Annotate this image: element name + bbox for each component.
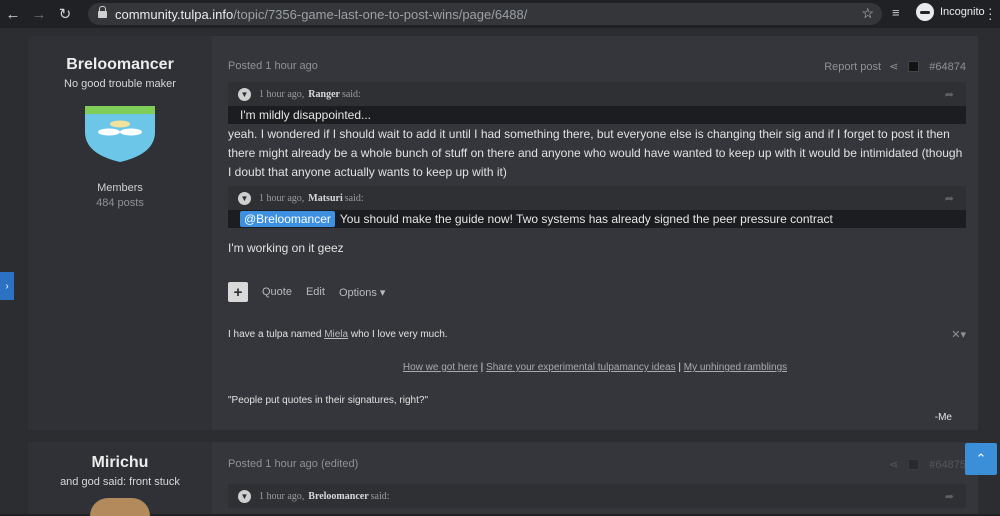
share-icon[interactable]: ⋖ — [889, 458, 898, 471]
sidebar-expand-tab[interactable]: › — [0, 272, 14, 300]
signature-text: I have a tulpa named — [228, 329, 325, 340]
quote-block: ▼ 1 hour ago, Matsuri said: ➦ @Brelooman… — [228, 186, 966, 228]
post-number[interactable]: #64874 — [929, 61, 966, 73]
signature-link-miela[interactable]: Miela — [324, 329, 348, 340]
post-timestamp[interactable]: Posted 1 hour ago (edited) — [228, 458, 358, 470]
forum-post: Breloomancer No good trouble maker Membe… — [28, 36, 978, 430]
collapse-quote-icon[interactable]: ▼ — [238, 489, 251, 503]
quote-author[interactable]: Ranger — [308, 89, 340, 100]
go-to-quote-icon[interactable]: ➦ — [945, 490, 954, 503]
post-text: I'm working on it geez — [228, 241, 344, 255]
post-actions: + Quote Edit Options ▾ — [228, 282, 399, 302]
quote-block: ▼ 1 hour ago, Breloomancer said: ➦ — [228, 484, 966, 508]
post-timestamp[interactable]: Posted 1 hour ago — [228, 60, 318, 72]
quote-time: 1 hour ago, — [259, 88, 305, 100]
quote-header: ▼ 1 hour ago, Matsuri said: ➦ — [228, 186, 966, 210]
back-arrow-icon[interactable]: ← — [0, 0, 26, 28]
forward-arrow-icon[interactable]: → — [26, 0, 52, 28]
collapse-quote-icon[interactable]: ▼ — [238, 87, 251, 101]
forum-post: Mirichu and god said: front stuck Posted… — [28, 442, 978, 516]
author-name[interactable]: Breloomancer — [28, 56, 212, 74]
url-path: /topic/7356-game-last-one-to-post-wins/p… — [233, 6, 528, 22]
quote-button[interactable]: Quote — [262, 286, 292, 298]
post-body: Posted 1 hour ago Report post ⋖ #64874 ▼… — [212, 36, 978, 430]
quote-text-content: You should make the guide now! Two syste… — [339, 212, 833, 226]
quote-header: ▼ 1 hour ago, Breloomancer said: ➦ — [228, 484, 966, 508]
quote-author[interactable]: Breloomancer — [308, 491, 368, 502]
quote-header: ▼ 1 hour ago, Ranger said: ➦ — [228, 82, 966, 106]
quote-said: said: — [370, 490, 390, 502]
go-to-quote-icon[interactable]: ➦ — [945, 88, 954, 101]
quote-time: 1 hour ago, — [259, 192, 305, 204]
multiquote-checkbox[interactable] — [908, 61, 920, 72]
post-tools: ⋖ #64875 — [881, 458, 966, 472]
quote-text: @Breloomancer You should make the guide … — [228, 210, 966, 228]
signature-link[interactable]: Share your experimental tulpamancy ideas — [486, 362, 676, 373]
chevron-up-icon: ⌃ — [975, 451, 987, 466]
chevron-right-icon: › — [5, 280, 9, 292]
post-tools: Report post ⋖ #64874 — [824, 60, 966, 74]
post-author-panel: Breloomancer No good trouble maker Membe… — [28, 36, 212, 430]
address-bar[interactable]: community.tulpa.info/topic/7356-game-las… — [88, 3, 882, 25]
author-group: Members — [97, 182, 143, 194]
browser-menu-icon[interactable]: · · · — [988, 1, 993, 25]
url-host: community.tulpa.info — [115, 6, 234, 22]
media-playlist-icon[interactable]: ≡ — [892, 5, 900, 20]
signature-link[interactable]: My unhinged ramblings — [684, 362, 787, 373]
post-body: Posted 1 hour ago (edited) ⋖ #64875 ▼ 1 … — [212, 442, 978, 514]
options-dropdown[interactable]: Options ▾ — [339, 286, 386, 299]
author-title: No good trouble maker — [64, 78, 176, 90]
multiquote-checkbox[interactable] — [908, 459, 920, 470]
go-to-quote-icon[interactable]: ➦ — [945, 192, 954, 205]
author-avatar[interactable] — [83, 102, 157, 164]
signature-link[interactable]: How we got here — [403, 362, 478, 373]
incognito-icon — [916, 3, 934, 21]
quote-author[interactable]: Matsuri — [308, 193, 342, 204]
add-reaction-button[interactable]: + — [228, 282, 248, 302]
edit-button[interactable]: Edit — [306, 286, 325, 298]
post-text: yeah. I wondered if I should wait to add… — [228, 127, 963, 179]
author-avatar[interactable] — [90, 498, 150, 516]
quote-block: ▼ 1 hour ago, Ranger said: ➦ I'm mildly … — [228, 82, 966, 124]
share-icon[interactable]: ⋖ — [889, 60, 898, 73]
post-author-panel: Mirichu and god said: front stuck — [28, 442, 212, 516]
collapse-quote-icon[interactable]: ▼ — [238, 191, 251, 205]
author-post-count: 484 posts — [96, 197, 144, 209]
bookmark-star-icon[interactable]: ☆ — [861, 5, 874, 22]
user-mention[interactable]: @Breloomancer — [240, 211, 335, 227]
signature-line: I have a tulpa named Miela who I love ve… — [228, 329, 966, 340]
lock-icon — [98, 5, 107, 19]
author-title: and god said: front stuck — [60, 476, 180, 488]
quote-time: 1 hour ago, — [259, 490, 305, 502]
reload-icon[interactable]: ↻ — [52, 0, 78, 28]
post-number[interactable]: #64875 — [929, 459, 966, 471]
quote-said: said: — [341, 88, 361, 100]
quote-text: I'm mildly disappointed... — [228, 106, 966, 124]
report-post-link[interactable]: Report post — [824, 61, 881, 73]
separator: | — [477, 362, 487, 373]
signature-links: How we got here | Share your experimenta… — [212, 362, 978, 373]
incognito-label: Incognito — [940, 6, 985, 18]
signature-quote: "People put quotes in their signatures, … — [228, 395, 428, 406]
quote-said: said: — [344, 192, 364, 204]
signature-attribution: -Me — [934, 412, 952, 423]
hide-signature-icon[interactable]: ✕▾ — [951, 328, 966, 341]
scroll-to-top-button[interactable]: ⌃ — [965, 443, 997, 475]
incognito-indicator[interactable]: Incognito — [916, 3, 985, 21]
signature-text: who I love very much. — [348, 329, 448, 340]
page-content: › Breloomancer No good trouble maker Mem… — [0, 28, 1000, 516]
separator: | — [675, 362, 684, 373]
browser-toolbar: ← → ↻ community.tulpa.info/topic/7356-ga… — [0, 0, 1000, 28]
author-name[interactable]: Mirichu — [28, 454, 212, 472]
